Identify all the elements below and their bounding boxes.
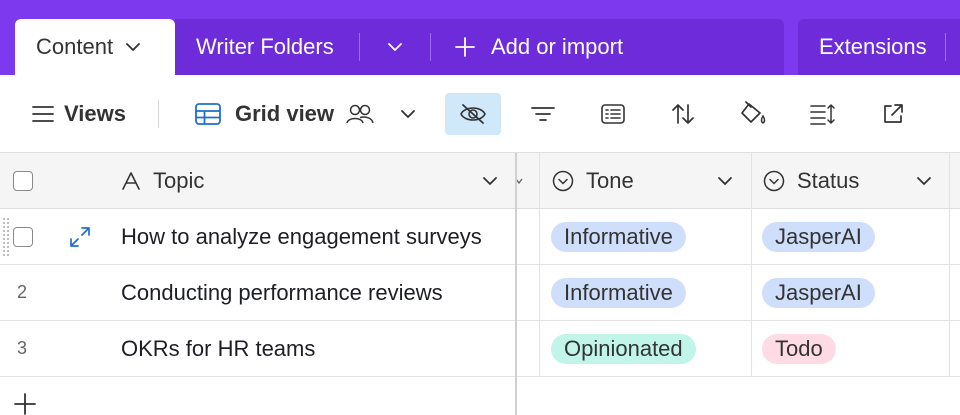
tone-cell[interactable]: Informative: [551, 209, 686, 264]
row-number-text: 2: [17, 282, 28, 302]
chevron-down-icon: [388, 43, 402, 52]
chevron-down-icon[interactable]: [916, 176, 932, 186]
grid-view-label: Grid view: [235, 101, 335, 126]
toolbar-divider: [158, 100, 159, 128]
chevron-down-icon[interactable]: [482, 176, 498, 186]
plus-icon: [14, 393, 36, 415]
add-or-import-label: Add or import: [491, 34, 624, 59]
tab-content-label: Content: [36, 34, 114, 59]
grid-view-switcher[interactable]: Grid view: [195, 75, 416, 153]
chevron-down-icon[interactable]: [717, 176, 733, 186]
other-tabs-group: Writer Folders Add or import: [175, 19, 784, 75]
column-title: Topic: [153, 167, 205, 193]
status-pill: JasperAI: [762, 221, 875, 252]
column-title: Status: [797, 167, 860, 193]
tone-pill: Opinionated: [551, 333, 696, 364]
extensions-button[interactable]: Extensions: [798, 19, 960, 75]
row-number-text: 3: [17, 338, 28, 358]
row-height-button[interactable]: [801, 93, 845, 135]
tab-divider: [945, 33, 946, 61]
hide-fields-button[interactable]: [445, 93, 501, 135]
collaborative-users-icon: [346, 104, 374, 124]
column-divider: [539, 153, 540, 377]
tone-cell[interactable]: Opinionated: [551, 321, 696, 376]
table-row[interactable]: How to analyze engagement surveys Inform…: [0, 209, 960, 265]
status-pill: JasperAI: [762, 277, 875, 308]
column-header-status[interactable]: Status: [763, 153, 953, 208]
group-button[interactable]: [591, 93, 635, 135]
topic-cell[interactable]: How to analyze engagement surveys: [121, 209, 482, 264]
column-divider: [751, 153, 752, 377]
tone-pill: Informative: [551, 277, 686, 308]
chevron-down-icon[interactable]: [125, 42, 141, 52]
column-header-topic[interactable]: Topic: [121, 153, 511, 208]
add-or-import-button[interactable]: Add or import: [431, 34, 623, 60]
topic-text: How to analyze engagement surveys: [121, 223, 482, 249]
row-height-icon: [810, 104, 835, 125]
records-grid: Topic Tone Status How to analyze engagem…: [0, 153, 960, 415]
hamburger-menu-icon: [32, 106, 54, 122]
topic-cell[interactable]: Conducting performance reviews: [121, 265, 443, 320]
filter-button[interactable]: [521, 93, 565, 135]
row-number: 2: [17, 265, 27, 320]
status-pill: Todo: [762, 333, 836, 364]
tab-writer-folders[interactable]: Writer Folders: [175, 34, 359, 60]
grid-view-icon: [195, 103, 221, 125]
frozen-column-divider[interactable]: [515, 153, 517, 415]
expand-record-button[interactable]: [69, 209, 91, 264]
row-number: 3: [17, 321, 27, 376]
color-button[interactable]: [731, 93, 775, 135]
column-divider: [949, 153, 950, 377]
table-row[interactable]: 3 OKRs for HR teams Opinionated Todo: [0, 321, 960, 377]
eye-slash-icon: [460, 104, 486, 124]
chevron-down-icon[interactable]: [400, 109, 416, 119]
expand-arrows-icon: [70, 226, 90, 247]
sort-button[interactable]: [661, 93, 705, 135]
extensions-label: Extensions: [819, 34, 927, 59]
sort-arrows-icon: [672, 104, 694, 124]
topic-cell[interactable]: OKRs for HR teams: [121, 321, 315, 376]
view-toolbar: Views Grid view: [0, 75, 960, 153]
single-select-icon: [763, 170, 785, 191]
topic-text: Conducting performance reviews: [121, 279, 443, 305]
add-record-button[interactable]: [12, 393, 38, 415]
text-field-icon: [122, 171, 140, 190]
list-group-icon: [601, 104, 625, 124]
status-cell[interactable]: JasperAI: [762, 209, 875, 264]
topic-text: OKRs for HR teams: [121, 335, 316, 361]
select-all-checkbox[interactable]: [13, 153, 33, 208]
tone-pill: Informative: [551, 221, 686, 252]
views-label: Views: [64, 101, 126, 126]
single-select-icon: [552, 170, 574, 191]
tab-content[interactable]: Content: [15, 19, 175, 75]
views-button[interactable]: Views: [32, 75, 126, 153]
base-tab-bar: Content Writer Folders Add or import Ext…: [0, 0, 960, 75]
paint-bucket-icon: [741, 101, 766, 124]
table-row[interactable]: 2 Conducting performance reviews Informa…: [0, 265, 960, 321]
column-title: Tone: [586, 167, 634, 193]
column-header-tone[interactable]: Tone: [552, 153, 750, 208]
status-cell[interactable]: JasperAI: [762, 265, 875, 320]
external-link-icon: [884, 104, 903, 123]
drag-handle[interactable]: [2, 217, 10, 257]
checkbox[interactable]: [13, 170, 33, 191]
plus-icon: [455, 37, 475, 57]
more-tables-button[interactable]: [360, 19, 430, 75]
row-select-checkbox[interactable]: [13, 209, 33, 264]
checkbox[interactable]: [13, 226, 33, 247]
filter-icon: [531, 107, 555, 121]
status-cell[interactable]: Todo: [762, 321, 836, 376]
grid-header-row: Topic Tone Status: [0, 153, 960, 209]
tone-cell[interactable]: Informative: [551, 265, 686, 320]
share-view-button[interactable]: [871, 93, 915, 135]
